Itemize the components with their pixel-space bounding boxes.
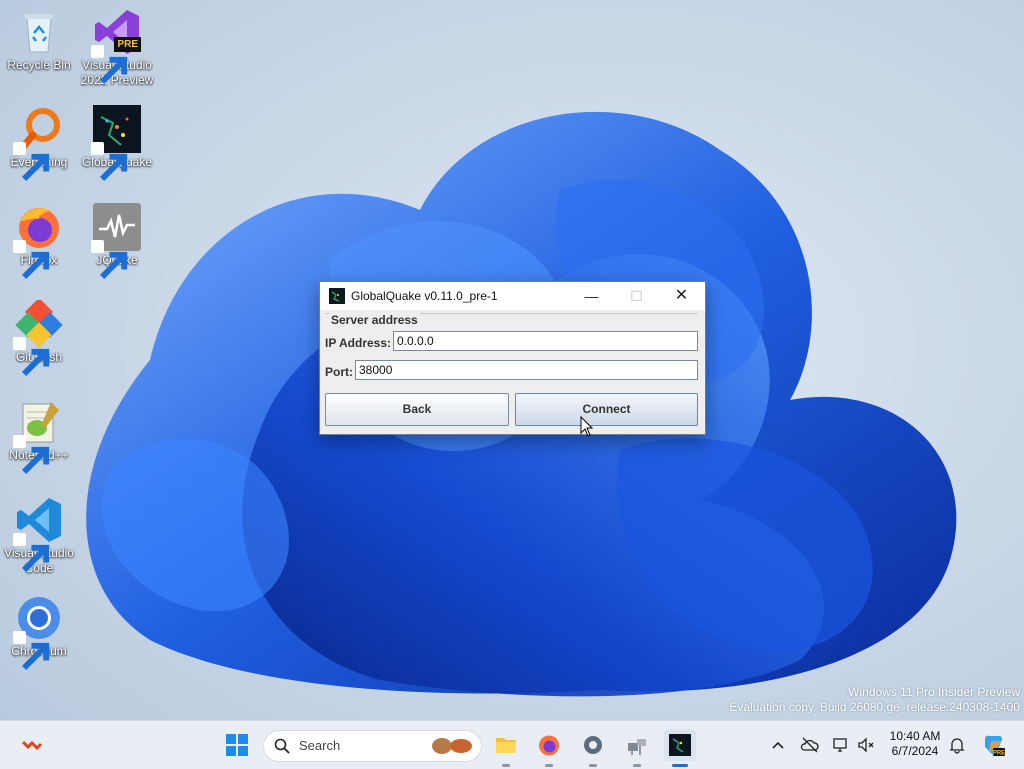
- search-icon: [274, 738, 290, 754]
- port-label: Port:: [325, 365, 353, 379]
- watermark-line-2: Evaluation copy. Build 26080.ge_release.…: [729, 700, 1020, 714]
- cloud-offline-icon: [800, 737, 819, 753]
- taskbar-file-explorer[interactable]: [490, 729, 522, 767]
- firefox-icon: [13, 203, 63, 280]
- show-hidden-icons-button[interactable]: [768, 735, 788, 755]
- mouse-cursor-icon: [580, 416, 594, 437]
- maximize-icon: ☐: [630, 288, 643, 304]
- settings-icon: [584, 736, 602, 754]
- taskbar-search-box[interactable]: Search: [263, 730, 482, 762]
- network-button[interactable]: [831, 735, 851, 755]
- volume-button[interactable]: [856, 735, 876, 755]
- network-app-icon: [628, 739, 646, 755]
- connect-button[interactable]: Connect: [515, 393, 698, 426]
- desktop-icon-git-bash[interactable]: Git Bash: [0, 300, 78, 377]
- desktop-icon-everything[interactable]: Everything: [0, 105, 78, 182]
- start-icon: [226, 734, 248, 756]
- minimize-icon: —: [584, 288, 599, 304]
- copilot-button[interactable]: PRE: [981, 733, 1005, 757]
- volume-muted-icon: [858, 737, 874, 753]
- vscode-icon: [13, 496, 63, 573]
- desktop-icon-visual-studio[interactable]: PRE Visual Studio 2022 Preview: [78, 8, 156, 88]
- file-explorer-icon: [496, 738, 516, 753]
- jquake-icon: [91, 203, 141, 280]
- shortcut-arrow-icon: [13, 240, 50, 280]
- clock-date: 6/7/2024: [891, 744, 939, 758]
- widgets-button[interactable]: [16, 729, 48, 761]
- shortcut-arrow-icon: [91, 142, 128, 182]
- shortcut-arrow-icon: [13, 533, 50, 573]
- evaluation-watermark: Windows 11 Pro Insider Preview Evaluatio…: [729, 685, 1020, 715]
- chromium-icon: [13, 594, 63, 671]
- port-input[interactable]: [355, 360, 698, 380]
- search-highlight-icon: [432, 738, 472, 754]
- maximize-button: ☐: [614, 282, 659, 310]
- running-indicator: [502, 764, 510, 767]
- notepadpp-icon: [13, 398, 63, 475]
- dialog-titlebar[interactable]: GlobalQuake v0.11.0_pre-1 — ☐ ✕: [320, 282, 705, 310]
- notifications-button[interactable]: [947, 735, 967, 755]
- desktop-icon-jquake[interactable]: JQuake: [78, 203, 156, 280]
- taskbar-firefox[interactable]: [533, 729, 565, 767]
- onedrive-button[interactable]: [800, 735, 820, 755]
- chevron-up-icon: [772, 741, 784, 749]
- back-button[interactable]: Back: [325, 393, 509, 426]
- network-icon: [833, 738, 847, 752]
- running-indicator: [633, 764, 641, 767]
- server-address-label: Server address: [329, 313, 420, 327]
- desktop-icon-chromium[interactable]: Chromium: [0, 594, 78, 671]
- globalquake-icon: [669, 734, 691, 756]
- shortcut-arrow-icon: [13, 337, 50, 377]
- globalquake-server-dialog: GlobalQuake v0.11.0_pre-1 — ☐ ✕ Server a…: [319, 281, 706, 435]
- watermark-line-1: Windows 11 Pro Insider Preview: [848, 685, 1020, 699]
- shortcut-arrow-icon: [91, 240, 128, 280]
- dialog-title: GlobalQuake v0.11.0_pre-1: [351, 289, 498, 303]
- globalquake-icon: [91, 105, 141, 182]
- desktop-icon-notepadpp[interactable]: Notepad++: [0, 398, 78, 475]
- start-button[interactable]: [221, 729, 253, 761]
- taskbar-clock[interactable]: 10:40 AM 6/7/2024: [882, 729, 948, 759]
- desktop-icon-vscode[interactable]: Visual Studio Code: [0, 496, 78, 576]
- taskbar-network-app[interactable]: [621, 729, 653, 767]
- everything-search-icon: [13, 105, 63, 182]
- shortcut-arrow-icon: [13, 435, 50, 475]
- clock-time: 10:40 AM: [889, 729, 941, 743]
- shortcut-arrow-icon: [91, 45, 128, 85]
- running-indicator: [545, 764, 553, 767]
- svg-text:PRE: PRE: [993, 751, 1005, 757]
- desktop-icon-label: Recycle Bin: [7, 58, 71, 72]
- desktop-icon-globalquake[interactable]: GlobalQuake: [78, 105, 156, 182]
- taskbar-settings[interactable]: [577, 729, 609, 767]
- globalquake-app-icon: [329, 288, 345, 304]
- shortcut-arrow-icon: [13, 142, 50, 182]
- widgets-icon: [21, 740, 43, 751]
- active-indicator: [672, 764, 688, 767]
- shortcut-arrow-icon: [13, 631, 50, 671]
- visual-studio-icon: PRE: [91, 8, 141, 85]
- minimize-button[interactable]: —: [569, 282, 614, 310]
- recycle-bin-icon: [15, 8, 63, 56]
- close-button[interactable]: ✕: [659, 282, 704, 310]
- ip-address-input[interactable]: [393, 331, 698, 351]
- git-bash-icon: [13, 300, 63, 377]
- ip-address-label: IP Address:: [325, 336, 392, 350]
- close-icon: ✕: [674, 287, 689, 304]
- bell-icon: [949, 738, 965, 754]
- copilot-pre-icon: PRE: [985, 735, 1005, 757]
- desktop-icon-firefox[interactable]: Firefox: [0, 203, 78, 280]
- taskbar: Search 10:40 AM 6/7/2024 PRE: [0, 720, 1024, 769]
- firefox-icon: [539, 735, 559, 756]
- taskbar-globalquake[interactable]: [664, 729, 696, 767]
- desktop-icon-recycle-bin[interactable]: Recycle Bin: [0, 8, 78, 73]
- running-indicator: [589, 764, 597, 767]
- search-placeholder: Search: [299, 738, 341, 753]
